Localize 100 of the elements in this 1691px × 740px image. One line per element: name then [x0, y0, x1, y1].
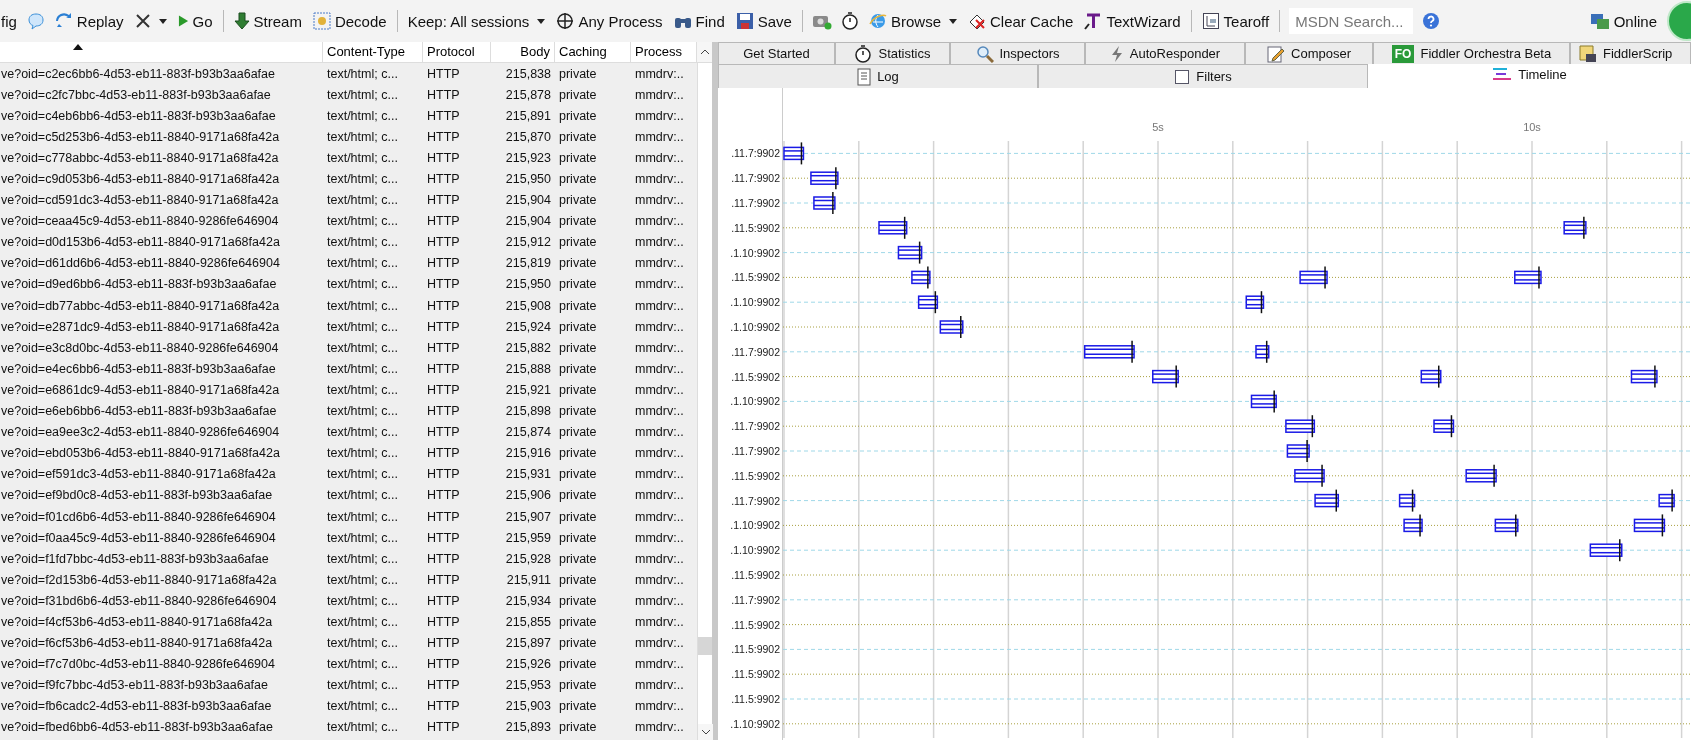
- network-icon: [1589, 12, 1610, 30]
- table-cell-text: ve?oid=c2fc7bbc-4d53-eb11-883f-b93b3aa6afae: [0, 87, 272, 102]
- table-cell-text: ve?oid=cd591dc3-4d53-eb11-8840-9171a68fa42a: [0, 193, 280, 208]
- request-bar[interactable]: [1286, 439, 1310, 463]
- scroll-down-icon[interactable]: [700, 729, 711, 735]
- table-cell-text: 215,838: [504, 66, 552, 81]
- table-cell-text: text/html; c...: [326, 572, 399, 587]
- request-bar[interactable]: [783, 141, 805, 166]
- sort-ascending-icon[interactable]: [73, 44, 83, 50]
- request-bar[interactable]: [1398, 488, 1416, 513]
- host-label: .1.10:9902: [729, 543, 781, 559]
- toolbar-button[interactable]: Stream: [232, 10, 303, 32]
- request-bar[interactable]: [1403, 513, 1423, 538]
- down-arrow-icon: [233, 12, 250, 30]
- toolbar-button[interactable]: Replay: [53, 10, 125, 32]
- request-bar[interactable]: [878, 216, 908, 240]
- host-label: .11.5:9902: [730, 567, 781, 583]
- table-cell-text: text/html; c...: [326, 277, 399, 292]
- scrollbar-thumb[interactable]: [698, 637, 712, 655]
- table-cell-text: 215,907: [504, 509, 552, 524]
- dropdown-caret-icon[interactable]: [949, 18, 957, 24]
- table-cell-text: HTTP: [426, 699, 461, 714]
- scrollbar[interactable]: [697, 63, 712, 740]
- tab[interactable]: Statistics: [835, 42, 950, 64]
- request-bar[interactable]: [1299, 265, 1328, 290]
- column-header[interactable]: Caching: [555, 42, 631, 62]
- table-cell-text: 215,882: [504, 340, 552, 355]
- request-bar[interactable]: [939, 315, 964, 339]
- column-header[interactable]: Body: [491, 42, 555, 62]
- axis-label: 10s: [1523, 121, 1541, 133]
- request-bar[interactable]: [1083, 340, 1135, 364]
- tab[interactable]: FO Fiddler Orchestra Beta: [1373, 42, 1570, 64]
- request-bar[interactable]: [1285, 414, 1316, 438]
- toolbar-button[interactable]: Decode: [311, 10, 388, 32]
- request-bar[interactable]: [1420, 364, 1442, 389]
- request-bar[interactable]: [1633, 513, 1666, 538]
- table-cell-text: private: [558, 129, 598, 144]
- column-header[interactable]: Content-Type: [323, 42, 423, 62]
- tab[interactable]: Filters: [1038, 64, 1368, 88]
- table-cell-text: HTTP: [426, 172, 461, 186]
- request-bar[interactable]: [1514, 265, 1542, 290]
- table-cell-text: 215,897: [504, 636, 552, 651]
- dropdown-caret-icon[interactable]: [537, 18, 546, 24]
- table-cell-text: 215,916: [504, 446, 552, 461]
- stopwatch-icon[interactable]: [840, 12, 859, 30]
- toolbar-button[interactable]: Find: [672, 10, 726, 32]
- table-cell-text: HTTP: [426, 488, 461, 503]
- request-bar[interactable]: [1465, 464, 1497, 488]
- table-cell-text: text/html; c...: [326, 172, 399, 186]
- toolbar-button[interactable]: Go: [176, 10, 214, 32]
- table-cell-text: HTTP: [426, 298, 461, 313]
- toolbar-button[interactable]: Tearoff: [1200, 10, 1271, 32]
- toolbar-button[interactable]: fig: [0, 10, 18, 32]
- tab[interactable]: AutoResponder: [1085, 42, 1245, 64]
- request-bar[interactable]: [1494, 513, 1519, 538]
- request-bar[interactable]: [1152, 364, 1179, 389]
- help-icon[interactable]: [1422, 12, 1441, 30]
- toolbar-button[interactable]: Browse: [867, 10, 958, 32]
- tab[interactable]: FiddlerScrip: [1570, 42, 1691, 64]
- table-cell-text: mmdrv:..: [634, 404, 685, 419]
- tab[interactable]: Timeline: [1368, 64, 1691, 88]
- toolbar-button[interactable]: Online: [1588, 10, 1658, 32]
- dropdown-caret-icon[interactable]: [158, 18, 167, 24]
- request-bar[interactable]: [1658, 488, 1675, 513]
- request-bar[interactable]: [1245, 290, 1265, 314]
- crosshair-icon: [556, 12, 575, 30]
- request-bar[interactable]: [1433, 414, 1455, 438]
- table-cell-text: HTTP: [426, 361, 461, 376]
- request-bar[interactable]: [1250, 389, 1277, 414]
- toolbar-button[interactable]: Save: [734, 10, 793, 32]
- toolbar-button[interactable]: TextWizard: [1083, 10, 1182, 32]
- request-bar[interactable]: [897, 240, 923, 265]
- speech-bubble-icon[interactable]: [26, 12, 45, 30]
- toolbar-button[interactable]: Clear Cache: [967, 10, 1075, 32]
- table-cell-text: mmdrv:..: [634, 509, 685, 524]
- table-cell-text: mmdrv:..: [634, 193, 685, 208]
- request-bar[interactable]: [1589, 538, 1623, 562]
- request-bar[interactable]: [1563, 216, 1587, 240]
- host-label: .11.5:9902: [730, 667, 781, 683]
- request-bar[interactable]: [917, 290, 939, 314]
- toolbar-button[interactable]: Any Process: [555, 10, 664, 32]
- tab[interactable]: Inspectors: [950, 42, 1085, 64]
- request-bar[interactable]: [1255, 340, 1270, 364]
- tab[interactable]: Log: [718, 64, 1038, 88]
- request-bar[interactable]: [810, 166, 839, 190]
- search-field[interactable]: MSDN Search...: [1289, 8, 1414, 34]
- scroll-up-icon[interactable]: [699, 49, 710, 55]
- request-bar[interactable]: [813, 191, 836, 215]
- stopwatch-icon[interactable]: [854, 44, 873, 63]
- tab[interactable]: Composer: [1245, 42, 1373, 64]
- request-bar[interactable]: [1294, 464, 1325, 488]
- host-label: .11.7:9902: [730, 171, 781, 187]
- request-bar[interactable]: [1314, 488, 1339, 513]
- tab[interactable]: Get Started: [718, 42, 835, 64]
- host-label: .11.5:9902: [730, 270, 781, 286]
- request-bar[interactable]: [911, 265, 931, 290]
- toolbar-button[interactable]: Keep: All sessions: [406, 10, 547, 32]
- table-cell-text: mmdrv:..: [634, 446, 685, 461]
- column-header[interactable]: Protocol: [423, 42, 491, 62]
- request-bar[interactable]: [1630, 364, 1658, 389]
